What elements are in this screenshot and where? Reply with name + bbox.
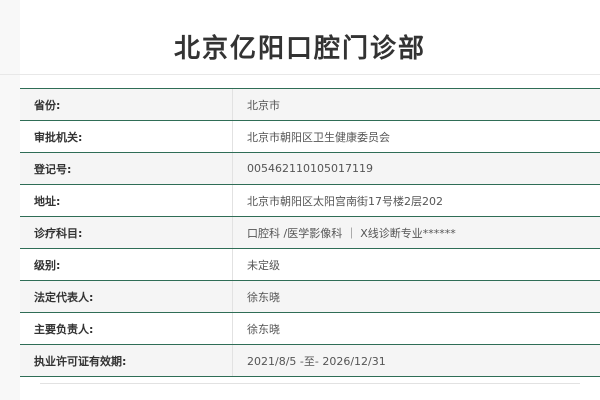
row-value: 2021/8/5 -至- 2026/12/31 bbox=[232, 345, 600, 376]
row-label: 执业许可证有效期: bbox=[34, 354, 127, 368]
row-value: 徐东晓 bbox=[232, 313, 600, 344]
page-title: 北京亿阳口腔门诊部 bbox=[173, 34, 426, 64]
table-row-registration-number: 登记号: 005462110105017119 bbox=[20, 153, 600, 185]
page: 北京亿阳口腔门诊部 省份: 北京市 审批机关: 北京市朝阳区卫生健康委员会 登记… bbox=[0, 0, 600, 400]
table-row-province: 省份: 北京市 bbox=[20, 89, 600, 121]
table-row-principal: 主要负责人: 徐东晓 bbox=[20, 313, 600, 345]
row-value: 徐东晓 bbox=[232, 281, 600, 312]
row-value: 北京市朝阳区太阳宫南街17号楼2层202 bbox=[232, 185, 600, 216]
row-label: 地址: bbox=[34, 194, 61, 208]
row-label: 法定代表人: bbox=[34, 290, 94, 304]
row-label: 审批机关: bbox=[34, 130, 83, 144]
table-row-level: 级别: 未定级 bbox=[20, 249, 600, 281]
title-divider bbox=[0, 74, 600, 75]
table-row-license-validity: 执业许可证有效期: 2021/8/5 -至- 2026/12/31 bbox=[20, 345, 600, 377]
row-label: 主要负责人: bbox=[34, 322, 94, 336]
table-row-address: 地址: 北京市朝阳区太阳宫南街17号楼2层202 bbox=[20, 185, 600, 217]
table-row-approval-authority: 审批机关: 北京市朝阳区卫生健康委员会 bbox=[20, 121, 600, 153]
table-row-legal-representative: 法定代表人: 徐东晓 bbox=[20, 281, 600, 313]
row-label: 诊疗科目: bbox=[34, 226, 83, 240]
row-label: 省份: bbox=[34, 98, 61, 112]
bottom-divider bbox=[40, 383, 580, 384]
row-value: 北京市朝阳区卫生健康委员会 bbox=[232, 121, 600, 152]
row-value: 未定级 bbox=[232, 249, 600, 280]
row-label: 登记号: bbox=[34, 162, 72, 176]
row-value: 口腔科 /医学影像科 ｜ X线诊断专业****** bbox=[232, 217, 600, 248]
table-row-departments: 诊疗科目: 口腔科 /医学影像科 ｜ X线诊断专业****** bbox=[20, 217, 600, 249]
row-label: 级别: bbox=[34, 258, 61, 272]
info-table: 省份: 北京市 审批机关: 北京市朝阳区卫生健康委员会 登记号: 0054621… bbox=[20, 88, 600, 377]
row-value: 北京市 bbox=[232, 89, 600, 120]
row-value: 005462110105017119 bbox=[232, 153, 600, 184]
